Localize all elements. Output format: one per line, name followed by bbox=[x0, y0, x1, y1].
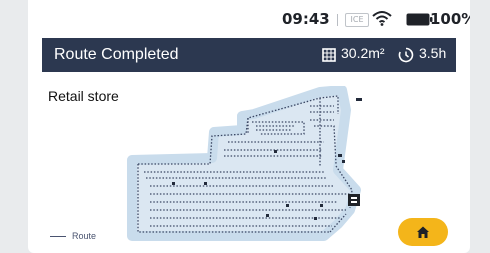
route-map-canvas bbox=[127, 85, 362, 241]
route-legend-swatch bbox=[50, 236, 66, 238]
device-screen: 09:43 ICE 100% Route Completed 30.2m² bbox=[28, 0, 470, 253]
status-separator bbox=[337, 14, 338, 26]
home-button[interactable] bbox=[398, 218, 448, 246]
wifi-icon bbox=[372, 11, 392, 26]
robot-dock-icon bbox=[348, 194, 360, 206]
status-time: 09:43 bbox=[282, 10, 330, 28]
legend-route-label: Route bbox=[72, 231, 97, 241]
duration-value: 3.5h bbox=[419, 45, 447, 61]
status-bar: 09:43 ICE 100% bbox=[28, 0, 470, 38]
legend: Route bbox=[50, 231, 96, 241]
area-value: 30.2m² bbox=[341, 45, 385, 61]
area-icon bbox=[322, 48, 336, 62]
route-header: Route Completed 30.2m² 3.5h bbox=[42, 38, 456, 72]
battery-level: 100% bbox=[430, 10, 470, 28]
route-map bbox=[124, 85, 364, 244]
map-area bbox=[127, 85, 361, 241]
home-icon bbox=[417, 226, 429, 238]
page-title: Route Completed bbox=[54, 46, 179, 63]
ice-badge: ICE bbox=[345, 13, 369, 27]
clock-icon bbox=[398, 47, 414, 63]
map-name: Retail store bbox=[48, 88, 119, 104]
